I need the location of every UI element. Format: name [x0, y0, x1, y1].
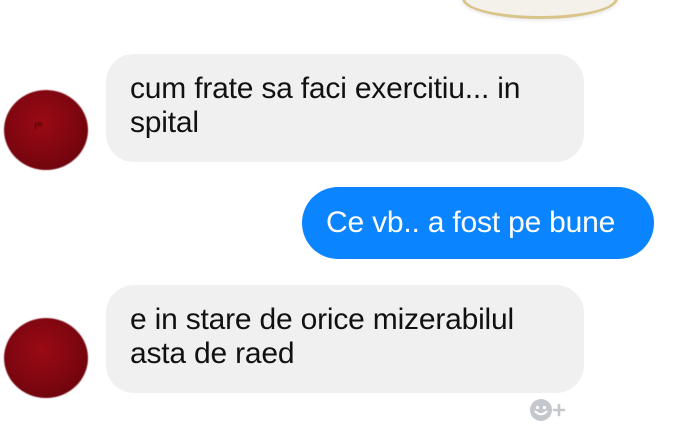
add-reaction-button[interactable] — [528, 396, 578, 424]
contact-avatar[interactable] — [4, 318, 88, 398]
sticker-icon[interactable] — [462, 0, 618, 19]
avatar-mark: ıʷ — [34, 120, 43, 132]
incoming-message-bubble[interactable]: cum frate sa faci exercitiu... in spital — [106, 54, 584, 162]
chat-screen: ıʷ cum frate sa faci exercitiu... in spi… — [0, 0, 697, 429]
smiley-plus-icon — [530, 399, 566, 421]
message-text: e in stare de orice mizerabilul asta de … — [130, 303, 514, 370]
message-text: cum frate sa faci exercitiu... in spital — [130, 72, 521, 139]
contact-avatar[interactable]: ıʷ — [4, 90, 88, 170]
outgoing-message-bubble[interactable]: Ce vb.. a fost pe bune — [302, 187, 654, 259]
incoming-message-bubble[interactable]: e in stare de orice mizerabilul asta de … — [106, 285, 584, 393]
message-text: Ce vb.. a fost pe bune — [326, 206, 616, 239]
